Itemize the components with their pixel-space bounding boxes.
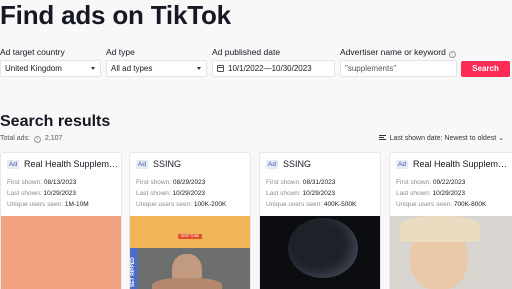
unique-users-label: Unique users seen: <box>266 201 323 208</box>
total-ads-label: Total ads: <box>0 135 30 142</box>
ad-type-select[interactable]: All ad types <box>106 60 207 77</box>
ad-badge: Ad <box>7 160 19 169</box>
chevron-down-icon: ⌄ <box>498 135 504 142</box>
first-shown-value: 09/22/2023 <box>432 179 466 186</box>
unique-users-value: 1M-10M <box>64 201 89 208</box>
unique-users: Unique users seen: 100K-200K <box>136 200 226 209</box>
thumbnail-shoulders <box>152 278 222 289</box>
sort-dropdown[interactable]: Last shown date: Newest to oldest ⌄ <box>378 134 504 143</box>
unique-users-label: Unique users seen: <box>136 201 193 208</box>
thumbnail-banner <box>130 216 250 248</box>
first-shown-value: 08/31/2023 <box>302 179 336 186</box>
first-shown-label: First shown: <box>7 179 43 186</box>
first-shown-label: First shown: <box>136 179 172 186</box>
last-shown-label: Last shown: <box>7 190 42 197</box>
thumbnail-hair <box>400 216 480 242</box>
results-title: Search results <box>0 113 111 130</box>
ad-card[interactable]: Ad SSING First shown: 08/31/2023 Last sho… <box>259 152 381 289</box>
last-shown: Last shown: 10/29/2023 <box>7 189 76 198</box>
last-shown: Last shown: 10/29/2023 <box>396 189 465 198</box>
ad-thumbnail[interactable]: GRIP TUBE SET RIPPED <box>130 216 250 289</box>
first-shown-label: First shown: <box>396 179 432 186</box>
unique-users-value: 100K-200K <box>193 201 227 208</box>
country-value: United Kingdom <box>5 64 62 73</box>
advertiser-label-text: Advertiser name or keyword <box>340 47 446 57</box>
last-shown-label: Last shown: <box>266 190 301 197</box>
chevron-down-icon <box>197 67 201 70</box>
unique-users: Unique users seen: 400K-500K <box>266 200 356 209</box>
total-ads: Total ads: i 2,107 <box>0 134 62 143</box>
first-shown: First shown: 08/29/2023 <box>136 178 205 187</box>
advertiser-label: Advertiser name or keyword i <box>340 47 456 58</box>
first-shown-value: 08/29/2023 <box>172 179 206 186</box>
last-shown-label: Last shown: <box>396 190 431 197</box>
unique-users-label: Unique users seen: <box>7 201 64 208</box>
advertiser-search-input[interactable]: "supplements" <box>340 60 457 77</box>
ad-card-title: Ad Real Health Supplem… <box>396 158 507 170</box>
country-label: Ad target country <box>0 47 65 57</box>
ad-type-label: Ad type <box>106 47 135 57</box>
last-shown: Last shown: 10/29/2023 <box>266 189 335 198</box>
thumbnail-photo <box>138 248 250 289</box>
last-shown-value: 10/29/2023 <box>172 190 206 197</box>
ad-card-title: Ad SSING <box>136 158 181 170</box>
ad-thumbnail[interactable] <box>1 216 121 289</box>
total-ads-value: 2,107 <box>44 135 63 142</box>
ad-thumbnail[interactable] <box>390 216 512 289</box>
last-shown-value: 10/29/2023 <box>302 190 336 197</box>
search-button[interactable]: Search <box>461 61 510 77</box>
info-icon: i <box>448 51 456 58</box>
first-shown-value: 08/13/2023 <box>43 179 77 186</box>
ad-badge: Ad <box>266 160 278 169</box>
ad-card[interactable]: Ad SSING First shown: 08/29/2023 Last sho… <box>129 152 251 289</box>
unique-users: Unique users seen: 1M-10M <box>7 200 89 209</box>
first-shown: First shown: 08/13/2023 <box>7 178 76 187</box>
advertiser-name: SSING <box>282 159 311 169</box>
advertiser-name: SSING <box>152 159 181 169</box>
ad-card-title: Ad SSING <box>266 158 311 170</box>
sort-icon <box>378 135 386 140</box>
advertiser-name: Real Health Supplem… <box>412 159 508 169</box>
first-shown: First shown: 09/22/2023 <box>396 178 465 187</box>
advertiser-search-value: "supplements" <box>345 64 397 73</box>
unique-users-label: Unique users seen: <box>396 201 453 208</box>
published-date-label: Ad published date <box>212 47 281 57</box>
country-select[interactable]: United Kingdom <box>0 60 101 77</box>
ad-badge: Ad <box>396 160 408 169</box>
ad-card[interactable]: Ad Real Health Supplem… First shown: 08/1… <box>0 152 122 289</box>
unique-users-value: 700K-800K <box>453 201 487 208</box>
ad-badge: Ad <box>136 160 148 169</box>
first-shown: First shown: 08/31/2023 <box>266 178 335 187</box>
ad-thumbnail[interactable] <box>260 216 380 289</box>
last-shown-value: 10/29/2023 <box>432 190 466 197</box>
thumbnail-side-text: SET RIPPED <box>130 248 138 289</box>
info-icon: i <box>33 136 41 143</box>
chevron-down-icon <box>91 67 95 70</box>
advertiser-name: Real Health Supplem… <box>23 159 119 169</box>
last-shown-label: Last shown: <box>136 190 171 197</box>
date-range-picker[interactable]: 10/1/2022—10/30/2023 <box>212 60 335 77</box>
last-shown: Last shown: 10/29/2023 <box>136 189 205 198</box>
ad-type-value: All ad types <box>111 64 153 73</box>
ad-card-title: Ad Real Health Supplem… <box>7 158 118 170</box>
date-range-value: 10/1/2022—10/30/2023 <box>228 64 312 73</box>
sort-label: Last shown date: Newest to oldest <box>389 135 497 142</box>
ad-card[interactable]: Ad Real Health Supplem… First shown: 09/2… <box>389 152 512 289</box>
page-title: Find ads on TikTok <box>0 0 231 30</box>
unique-users: Unique users seen: 700K-800K <box>396 200 486 209</box>
thumbnail-tag: GRIP TUBE <box>178 234 202 239</box>
calendar-icon <box>217 65 224 72</box>
unique-users-value: 400K-500K <box>323 201 357 208</box>
last-shown-value: 10/29/2023 <box>43 190 77 197</box>
first-shown-label: First shown: <box>266 179 302 186</box>
thumbnail-dark-shape <box>288 218 358 278</box>
